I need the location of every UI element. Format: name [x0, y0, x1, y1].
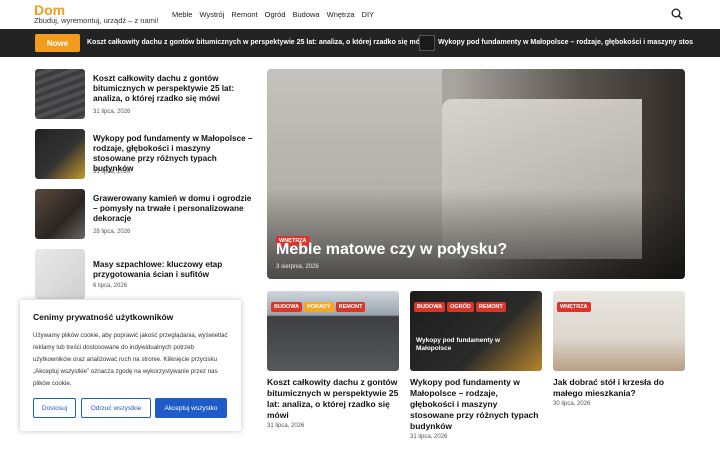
nav-item-meble[interactable]: Meble [172, 10, 192, 19]
category-tag[interactable]: Ogród [447, 302, 474, 312]
list-item[interactable]: Koszt całkowity dachu z gontów bitumiczn… [35, 69, 250, 121]
list-item[interactable]: Grawerowany kamień w domu i ogrodzie – p… [35, 189, 253, 241]
accept-all-button[interactable]: Akceptuj wszystko [155, 398, 227, 418]
cookie-title: Cenimy prywatność użytkowników [33, 312, 174, 322]
ticker-thumbnail [419, 35, 435, 51]
card-date: 31 lipca, 2026 [267, 423, 305, 429]
customize-button[interactable]: Dostosuj [33, 398, 76, 418]
list-item-date: 31 lipca, 2026 [93, 109, 131, 115]
list-item-title[interactable]: Koszt całkowity dachu z gontów bitumiczn… [93, 74, 253, 104]
engraved-stone-thumbnail[interactable] [35, 189, 85, 239]
main-nav: Meble Wystrój Remont Ogród Budowa Wnętrz… [172, 10, 374, 19]
ticker-item[interactable]: Wykopy pod fundamenty w Małopolsce – rod… [438, 39, 693, 46]
nav-item-ogrod[interactable]: Ogród [265, 10, 286, 19]
card-title[interactable]: Koszt całkowity dachu z gontów bitumiczn… [267, 377, 399, 421]
category-tag[interactable]: Remont [475, 302, 506, 312]
list-item-date: 6 lipca, 2026 [93, 283, 128, 289]
list-item-date: 31 lipca, 2026 [93, 169, 131, 175]
card-title[interactable]: Wykopy pod fundamenty w Małopolsce – rod… [410, 377, 542, 432]
category-tag[interactable]: Remont [335, 302, 366, 312]
category-tag[interactable]: Wnętrza [557, 302, 591, 312]
news-ticker: Nowe Koszt całkowity dachu z gontów bitu… [0, 29, 720, 57]
roof-card-image[interactable]: Budowa Poradý Remont [267, 291, 399, 371]
card-tags: Budowa Poradý Remont [271, 295, 367, 313]
list-item-date: 28 lipca, 2026 [93, 229, 131, 235]
table-chairs-card-image[interactable]: Wnętrza [553, 291, 685, 371]
plaster-thumbnail[interactable] [35, 249, 85, 299]
ticker-badge: Nowe [35, 34, 80, 52]
card-image-caption: Wykopy pod fundamenty w Małopolsce [416, 337, 501, 352]
ticker-item[interactable]: Koszt całkowity dachu z gontów bitumiczn… [87, 39, 427, 46]
article-card[interactable]: Budowa Poradý Remont Koszt całkowity dachu… [267, 291, 399, 429]
nav-item-wnetrza[interactable]: Wnętrza [327, 10, 355, 19]
list-item-title[interactable]: Wykopy pod fundamenty w Małopolsce – rod… [93, 134, 253, 174]
list-item[interactable]: Wykopy pod fundamenty w Małopolsce – rod… [35, 129, 253, 181]
hero-title[interactable]: Meble matowe czy w połysku? [276, 241, 507, 259]
site-header: Dom Zbuduj, wyremontuj, urządź – z nami!… [0, 0, 720, 29]
card-tags: Budowa Ogród Remont [414, 295, 508, 313]
category-tag[interactable]: Budowa [414, 302, 446, 312]
site-tagline: Zbuduj, wyremontuj, urządź – z nami! [34, 16, 159, 25]
article-card[interactable]: Budowa Ogród Remont Wykopy pod fundamenty … [410, 291, 542, 440]
excavation-thumbnail[interactable] [35, 129, 85, 179]
nav-item-remont[interactable]: Remont [231, 10, 257, 19]
card-tags: Wnętrza [557, 295, 593, 313]
category-tag[interactable]: Poradý [304, 302, 334, 312]
cookie-text: Używamy plików cookie, aby poprawić jako… [33, 332, 228, 387]
reject-all-button[interactable]: Odrzuć wszystkie [81, 398, 151, 418]
list-item-title[interactable]: Grawerowany kamień w domu i ogrodzie – p… [93, 194, 253, 224]
article-card[interactable]: Wnętrza Jak dobrać stół i krzesła do mał… [553, 291, 685, 407]
cookie-consent-dialog: Cenimy prywatność użytkowników Używamy p… [20, 300, 241, 431]
nav-item-wystroj[interactable]: Wystrój [199, 10, 224, 19]
list-item[interactable]: Masy szpachlowe: kluczowy etap przygotow… [35, 249, 250, 301]
nav-item-budowa[interactable]: Budowa [293, 10, 320, 19]
card-date: 31 lipca, 2026 [410, 434, 448, 440]
hero-overlay [267, 189, 685, 279]
card-date: 30 lipca, 2026 [553, 401, 591, 407]
nav-item-diy[interactable]: DIY [362, 10, 375, 19]
roof-thumbnail[interactable] [35, 69, 85, 119]
excavation-card-image[interactable]: Budowa Ogród Remont Wykopy pod fundamenty … [410, 291, 542, 371]
card-title[interactable]: Jak dobrać stół i krzesła do małego mies… [553, 377, 685, 399]
hero-date: 3 sierpnia, 2026 [276, 264, 319, 270]
list-item-title[interactable]: Masy szpachlowe: kluczowy etap przygotow… [93, 260, 253, 280]
search-icon[interactable] [671, 8, 683, 20]
category-tag[interactable]: Budowa [271, 302, 303, 312]
